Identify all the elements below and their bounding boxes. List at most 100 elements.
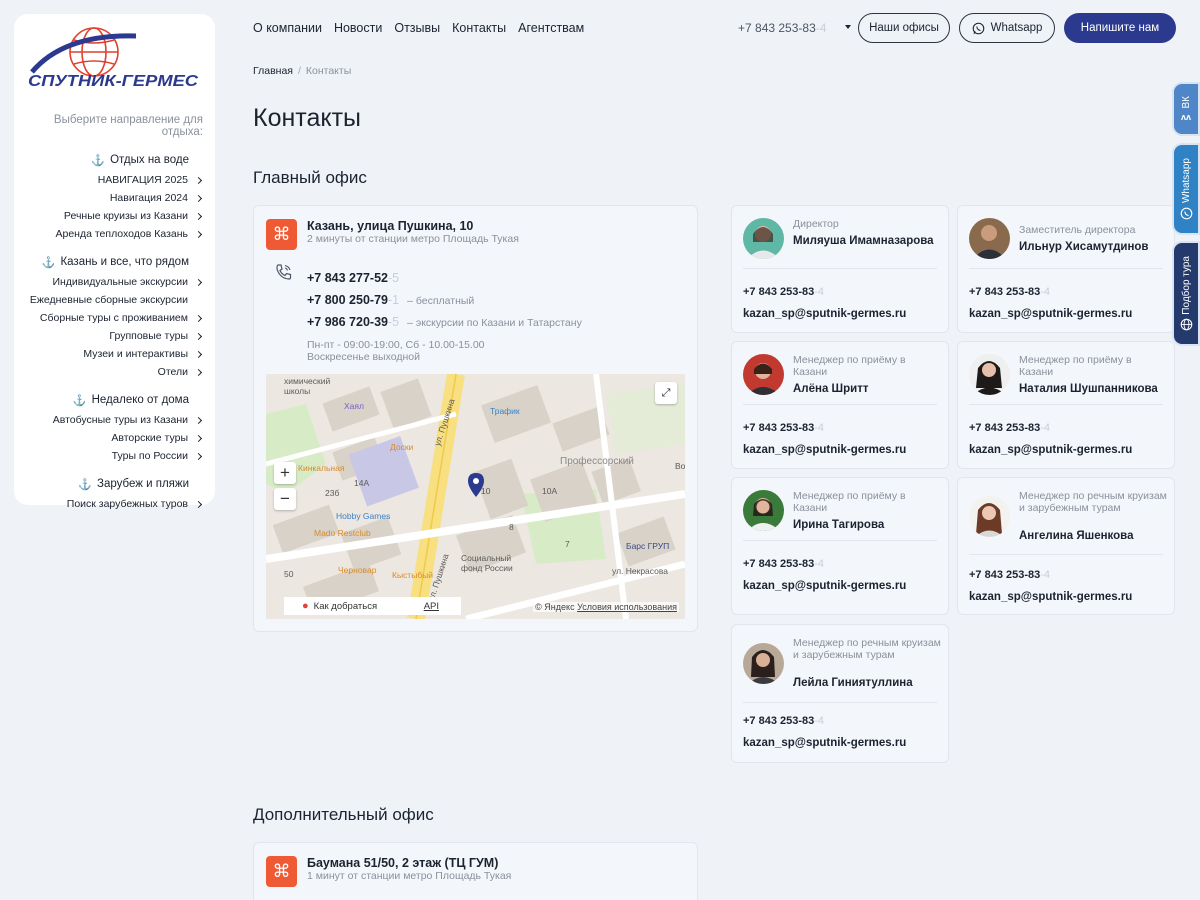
- breadcrumb-home[interactable]: Главная: [253, 65, 293, 77]
- staff-card: Менеджер по приёму в Казани Ирина Тагиро…: [731, 477, 949, 615]
- vk-tab[interactable]: ВК ʌʌ: [1172, 82, 1200, 136]
- menu-group-abroad[interactable]: ⚓ Зарубеж и пляжи: [8, 477, 203, 491]
- map-poi[interactable]: Трафик: [490, 406, 520, 416]
- staff-card: Менеджер по речным круизам и зарубежным …: [957, 477, 1175, 615]
- offices-button[interactable]: Наши офисы: [858, 13, 950, 43]
- map-pin-icon[interactable]: [467, 472, 485, 498]
- anchor-icon: ⚓: [78, 478, 92, 491]
- staff-email[interactable]: kazan_sp@sputnik-germes.ru: [969, 308, 1132, 320]
- direction-menu: ⚓ Отдых на воде НАВИГАЦИЯ 2025 Навигация …: [8, 153, 203, 513]
- menu-item[interactable]: Сборные туры с проживанием: [8, 309, 203, 327]
- nav-link-about[interactable]: О компании: [253, 20, 322, 36]
- map-label: Профессорский: [560, 456, 634, 467]
- map-poi[interactable]: Кыстыбый: [392, 570, 433, 580]
- staff-email[interactable]: kazan_sp@sputnik-germes.ru: [969, 444, 1132, 456]
- page-title: Контакты: [253, 104, 361, 132]
- menu-item[interactable]: Автобусные туры из Казани: [8, 411, 203, 429]
- staff-phone[interactable]: +7 843 253-83-4: [969, 422, 1050, 434]
- staff-role: Директор: [793, 218, 839, 230]
- menu-group-water[interactable]: ⚓ Отдых на воде: [8, 153, 203, 167]
- staff-role: Менеджер по приёму в Казани: [1019, 354, 1132, 378]
- chevron-right-icon: [194, 500, 203, 508]
- zoom-in-button[interactable]: +: [274, 462, 296, 484]
- map-poi[interactable]: Хаял: [344, 401, 364, 411]
- staff-email[interactable]: kazan_sp@sputnik-germes.ru: [743, 580, 906, 592]
- chevron-right-icon: [194, 332, 203, 340]
- menu-item[interactable]: Ежедневные сборные экскурсии: [8, 291, 203, 309]
- menu-item[interactable]: Групповые туры: [8, 327, 203, 345]
- tour-selection-tab[interactable]: Подбор тура: [1172, 241, 1200, 346]
- phone-row[interactable]: +7 800 250-79-1– бесплатный: [307, 293, 582, 315]
- menu-item[interactable]: Речные круизы из Казани: [8, 207, 203, 225]
- staff-phone[interactable]: +7 843 253-83-4: [743, 422, 824, 434]
- staff-email[interactable]: kazan_sp@sputnik-germes.ru: [743, 737, 906, 749]
- map-poi[interactable]: Кинкальная: [298, 463, 344, 473]
- map-label: 7: [565, 539, 570, 549]
- location-pin-icon: ●: [302, 600, 309, 612]
- map-label: школы: [284, 386, 311, 396]
- whatsapp-button[interactable]: Whatsapp: [959, 13, 1055, 43]
- main-office-card: ⌘ Казань, улица Пушкина, 10 2 минуты от …: [253, 205, 698, 632]
- avatar: [743, 643, 784, 684]
- menu-item[interactable]: Индивидуальные экскурсии: [8, 273, 203, 291]
- zoom-out-button[interactable]: −: [274, 488, 296, 510]
- staff-phone[interactable]: +7 843 253-83-4: [969, 286, 1050, 298]
- header-phone[interactable]: +7 843 253-83-4: [738, 20, 826, 36]
- staff-phone[interactable]: +7 843 253-83-4: [743, 715, 824, 727]
- office-map[interactable]: химический школы Хаял Трафик Доски ул. П…: [266, 374, 685, 619]
- nav-link-reviews[interactable]: Отзывы: [394, 20, 440, 36]
- terms-link[interactable]: Условия использования: [577, 602, 677, 612]
- nav-link-agencies[interactable]: Агентствам: [518, 20, 584, 36]
- staff-email[interactable]: kazan_sp@sputnik-germes.ru: [969, 591, 1132, 603]
- map-poi[interactable]: Mado Restclub: [314, 528, 371, 538]
- phone-row[interactable]: +7 986 720-39-5– экскурсии по Казани и Т…: [307, 315, 582, 337]
- map-poi[interactable]: Барс ГРУП: [626, 541, 669, 551]
- vk-icon: ʌʌ: [1180, 112, 1191, 123]
- menu-item[interactable]: Отели: [8, 363, 203, 381]
- map-label: 50: [284, 569, 294, 579]
- menu-item[interactable]: Музеи и интерактивы: [8, 345, 203, 363]
- staff-phone[interactable]: +7 843 253-83-4: [969, 569, 1050, 581]
- menu-item[interactable]: Поиск зарубежных туров: [8, 495, 203, 513]
- phone-dropdown-icon[interactable]: [845, 25, 851, 29]
- avatar: [969, 354, 1010, 395]
- whatsapp-tab[interactable]: Whatsapp: [1172, 143, 1200, 235]
- chevron-right-icon: [194, 194, 203, 202]
- menu-group-kazan[interactable]: ⚓ Казань и все, что рядом: [8, 255, 203, 269]
- staff-phone[interactable]: +7 843 253-83-4: [743, 558, 824, 570]
- anchor-icon: ⚓: [91, 154, 106, 167]
- staff-name: Миляуша Имамназарова: [793, 235, 934, 247]
- direction-title: Выберите направление для отдыха:: [53, 114, 203, 138]
- staff-role: Менеджер по приёму в Казани: [793, 354, 906, 378]
- avatar: [743, 354, 784, 395]
- menu-item[interactable]: Авторские туры: [8, 429, 203, 447]
- fullscreen-icon[interactable]: ⤢: [655, 382, 677, 404]
- avatar: [969, 218, 1010, 259]
- office-subway: 1 минут от станции метро Площадь Тукая: [307, 870, 512, 882]
- chevron-right-icon: [194, 368, 203, 376]
- staff-email[interactable]: kazan_sp@sputnik-germes.ru: [743, 444, 906, 456]
- map-copyright: © Яндекс Условия использования: [533, 602, 679, 612]
- menu-item[interactable]: Навигация 2024: [8, 189, 203, 207]
- write-us-button[interactable]: Напишите нам: [1064, 13, 1176, 43]
- map-poi[interactable]: Hobby Games: [336, 511, 390, 521]
- nav-link-news[interactable]: Новости: [334, 20, 382, 36]
- anchor-icon: ⚓: [41, 256, 56, 269]
- staff-phone[interactable]: +7 843 253-83-4: [743, 286, 824, 298]
- menu-item[interactable]: НАВИГАЦИЯ 2025: [8, 171, 203, 189]
- staff-card: Менеджер по приёму в Казани Наталия Шушп…: [957, 341, 1175, 469]
- staff-name: Ильнур Хисамутдинов: [1019, 241, 1149, 253]
- company-logo[interactable]: СПУТНИК-ГЕРМЕС: [24, 24, 204, 99]
- top-nav: О компании Новости Отзывы Контакты Агент…: [253, 20, 584, 36]
- menu-item[interactable]: Туры по России: [8, 447, 203, 465]
- menu-group-near[interactable]: ⚓ Недалеко от дома: [8, 393, 203, 407]
- chevron-right-icon: [194, 416, 203, 424]
- menu-item[interactable]: Аренда теплоходов Казань: [8, 225, 203, 243]
- phone-row[interactable]: +7 843 277-52-5: [307, 271, 582, 293]
- map-poi[interactable]: Черновар: [338, 565, 376, 575]
- map-poi[interactable]: Доски: [390, 442, 413, 452]
- nav-link-contacts[interactable]: Контакты: [452, 20, 506, 36]
- staff-email[interactable]: kazan_sp@sputnik-germes.ru: [743, 308, 906, 320]
- route-bar[interactable]: ● Как добраться API: [284, 597, 461, 615]
- api-link[interactable]: API: [424, 601, 439, 612]
